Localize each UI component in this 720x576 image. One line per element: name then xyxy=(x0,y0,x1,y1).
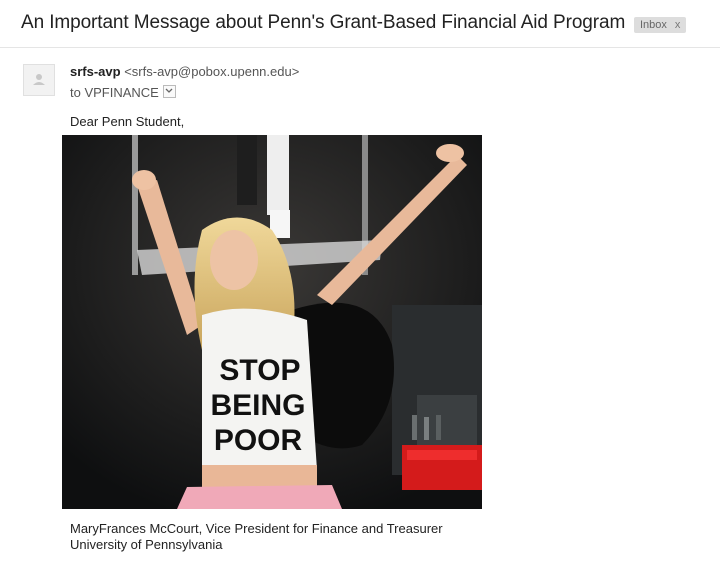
recipient-details-dropdown[interactable] xyxy=(162,85,176,98)
chevron-down-icon xyxy=(165,88,173,93)
shirt-text-line-1: STOP xyxy=(219,354,300,387)
inbox-label-text: Inbox xyxy=(640,19,667,31)
email-subject: An Important Message about Penn's Grant-… xyxy=(21,12,626,33)
recipient-line: to VPFINANCE xyxy=(70,85,176,100)
shirt-text-line-3: POOR xyxy=(214,424,303,457)
inbox-label-chip[interactable]: Inbox x xyxy=(634,17,687,33)
email-signature: MaryFrances McCourt, Vice President for … xyxy=(70,521,443,553)
avatar xyxy=(23,64,55,96)
photo-illustration: STOP BEING POOR xyxy=(62,135,482,509)
embedded-photo: STOP BEING POOR xyxy=(62,135,482,509)
remove-label-icon[interactable]: x xyxy=(675,19,681,31)
sender-line: srfs-avp <srfs-avp@pobox.upenn.edu> xyxy=(70,64,299,79)
recipient-text: to VPFINANCE xyxy=(70,85,159,100)
signature-line-2: University of Pennsylvania xyxy=(70,537,223,552)
sender-name[interactable]: srfs-avp xyxy=(70,64,121,79)
signature-line-1: MaryFrances McCourt, Vice President for … xyxy=(70,521,443,536)
email-greeting: Dear Penn Student, xyxy=(70,114,185,129)
person-icon xyxy=(33,74,45,85)
subject-bar: An Important Message about Penn's Grant-… xyxy=(0,0,720,48)
sender-email: <srfs-avp@pobox.upenn.edu> xyxy=(124,64,300,79)
shirt-text-line-2: BEING xyxy=(210,389,305,422)
